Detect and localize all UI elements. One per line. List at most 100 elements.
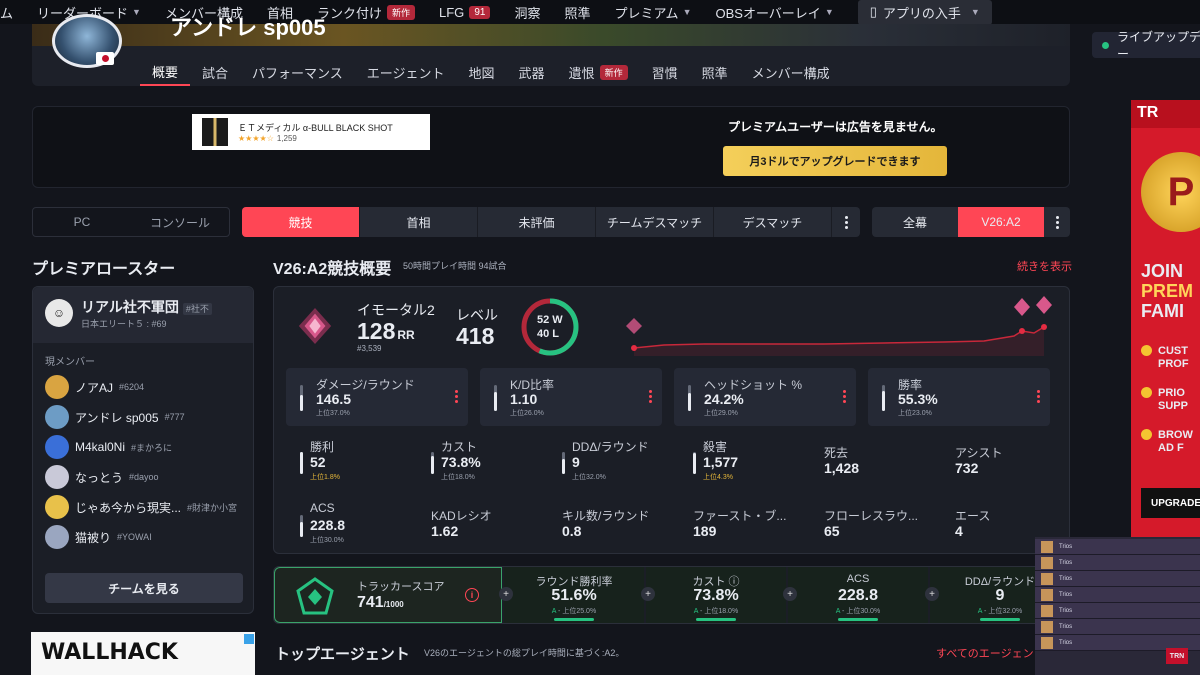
- kebab-menu-icon: [1055, 215, 1059, 229]
- wallhack-ad[interactable]: WALLHACK: [31, 632, 255, 675]
- act-all[interactable]: 全幕: [872, 207, 958, 237]
- plus-icon[interactable]: +: [783, 587, 797, 601]
- ad-choices-icon[interactable]: [244, 634, 254, 644]
- stat-card-percentile: 上位29.0%: [704, 410, 738, 417]
- info-icon[interactable]: i: [465, 588, 479, 602]
- roster-member[interactable]: じゃあ今から現実... #財津か小宮: [45, 495, 237, 519]
- show-more-link[interactable]: 続きを表示: [1017, 258, 1072, 274]
- member-name: 猫被り: [75, 530, 112, 545]
- stat-value: 0.8: [562, 523, 582, 539]
- stat-label: カスト: [441, 440, 478, 454]
- more-acts-button[interactable]: [1044, 207, 1070, 237]
- tab-weapons[interactable]: 武器: [507, 58, 557, 86]
- nav-item-ranked[interactable]: ランク付け 新作: [317, 3, 416, 22]
- kebab-menu-icon[interactable]: [649, 390, 652, 403]
- mode-team-deathmatch[interactable]: チームデスマッチ: [596, 207, 714, 237]
- stat-card: K/D比率 1.10 上位26.0%: [480, 368, 662, 426]
- overlay-mode: Trios: [1059, 639, 1073, 646]
- tab-performance[interactable]: パフォーマンス: [240, 58, 355, 86]
- act-v26-a2[interactable]: V26:A2: [958, 207, 1044, 237]
- percentile-fill: [494, 392, 497, 411]
- overlay-mode: Trios: [1059, 591, 1073, 598]
- stat-item: KADレシオ 1.62: [431, 501, 551, 549]
- side-ad-item: CUST: [1141, 344, 1188, 358]
- roster-member[interactable]: なっとう #dayoo: [45, 465, 159, 489]
- live-updates-pill[interactable]: ライブアップデー: [1092, 30, 1200, 61]
- overlay-match-row: Trios: [1035, 619, 1200, 635]
- more-modes-button[interactable]: [832, 207, 860, 237]
- member-name: じゃあ今から現実...: [75, 500, 182, 515]
- mode-unrated[interactable]: 未評価: [478, 207, 596, 237]
- team-name: リアル社不軍団 #社不: [81, 297, 212, 317]
- tab-crosshair[interactable]: 照準: [690, 58, 740, 86]
- tab-maps[interactable]: 地図: [457, 58, 507, 86]
- nav-item-insights[interactable]: 洞察: [514, 3, 540, 22]
- tracker-grade: A: [693, 608, 699, 615]
- plus-icon[interactable]: +: [499, 587, 513, 601]
- new-badge: 新作: [599, 64, 628, 80]
- nav-item-crosshair[interactable]: 照準: [564, 3, 590, 22]
- upgrade-button[interactable]: 月3ドルでアップグレードできます: [723, 146, 947, 176]
- member-avatar: [45, 375, 69, 399]
- tab-agents[interactable]: エージェント: [355, 58, 457, 86]
- mode-tabs: 競技 首相 未評価 チームデスマッチ デスマッチ: [242, 207, 860, 237]
- tracker-cell-value: 228.8: [837, 587, 879, 604]
- mode-premier[interactable]: 首相: [360, 207, 478, 237]
- kebab-menu-icon[interactable]: [1037, 390, 1040, 403]
- roster-member[interactable]: M4kal0Ni #まかろに: [45, 435, 172, 459]
- tab-matches[interactable]: 試合: [190, 58, 240, 86]
- overlay-match-row: Trios: [1035, 555, 1200, 571]
- stat-label: アシスト: [955, 446, 1003, 460]
- tab-encounters[interactable]: 遺恨 新作: [557, 58, 640, 86]
- mode-deathmatch[interactable]: デスマッチ: [714, 207, 832, 237]
- product-ad[interactable]: ＥＴメディカル α-BULL BLACK SHOT ★★★★☆ 1,259: [192, 114, 430, 150]
- percentile-fill: [688, 393, 691, 411]
- stat-item: DDΔ/ラウンド 9 上位32.0%: [562, 438, 682, 486]
- view-team-button[interactable]: チームを見る: [45, 573, 243, 603]
- stat-value: 1.62: [431, 523, 459, 539]
- agent-thumb-icon: [1041, 636, 1053, 649]
- level-value: 418: [456, 323, 495, 349]
- roster-member[interactable]: 猫被り #YOWAI: [45, 525, 152, 549]
- tab-composition[interactable]: メンバー構成: [740, 58, 842, 86]
- stat-card: 勝率 55.3% 上位23.0%: [868, 368, 1050, 426]
- stat-card-value: 55.3%: [898, 391, 938, 407]
- tracker-cell-percentile: A - 上位30.0%: [835, 608, 881, 615]
- tab-habits[interactable]: 習慣: [640, 58, 690, 86]
- stat-label: 死去: [824, 446, 849, 460]
- plus-icon[interactable]: +: [925, 587, 939, 601]
- kebab-menu-icon[interactable]: [455, 390, 458, 403]
- kebab-menu-icon[interactable]: [843, 390, 846, 403]
- mode-competitive[interactable]: 競技: [242, 207, 360, 237]
- team-logo-icon: ☺: [45, 299, 73, 327]
- tab-overview[interactable]: 概要: [140, 58, 191, 86]
- platform-pc[interactable]: PC: [33, 208, 131, 236]
- side-ad-upgrade-button[interactable]: UPGRADE: [1141, 488, 1200, 518]
- overlay-mode: Trios: [1059, 607, 1073, 614]
- platform-console[interactable]: コンソール: [131, 208, 229, 236]
- agent-thumb-icon: [1041, 556, 1053, 569]
- grade-bar: [838, 618, 878, 621]
- stat-label: フローレスラウ...: [824, 509, 919, 523]
- side-ad-item-cont: PROF: [1158, 358, 1189, 370]
- get-app-button[interactable]: ▯ アプリの入手 ▼: [857, 0, 992, 25]
- stat-value: 52: [310, 454, 326, 470]
- team-header[interactable]: ☺ リアル社不軍団 #社不 日本エリート５ : #69: [33, 287, 253, 343]
- nav-item-premium[interactable]: プレミアム ▼: [614, 3, 691, 22]
- member-avatar: [45, 525, 69, 549]
- act-tabs: 全幕 V26:A2: [872, 207, 1070, 237]
- roster-member[interactable]: ノアAJ #6204: [45, 375, 144, 399]
- stat-item: キル数/ラウンド 0.8: [562, 501, 682, 549]
- current-members-label: 現メンバー: [45, 357, 95, 368]
- nav-item-lfg[interactable]: LFG 91: [439, 5, 491, 20]
- premium-side-ad[interactable]: TR P JOIN PREM FAMI CUST PROF PRIO SUPP …: [1131, 100, 1200, 540]
- nav-item-obs-overlay[interactable]: OBSオーバーレイ ▼: [715, 3, 833, 22]
- rank-name: イモータル2: [357, 302, 435, 318]
- immortal-rank-icon: [298, 307, 332, 345]
- roster-member[interactable]: アンドレ sp005 #777: [45, 405, 185, 429]
- nav-item-0[interactable]: ム: [0, 3, 13, 22]
- stat-value: 4: [955, 523, 963, 539]
- plus-icon[interactable]: +: [641, 587, 655, 601]
- overlay-mode: Trios: [1059, 559, 1073, 566]
- all-agents-link[interactable]: すべてのエージェン: [936, 645, 1034, 661]
